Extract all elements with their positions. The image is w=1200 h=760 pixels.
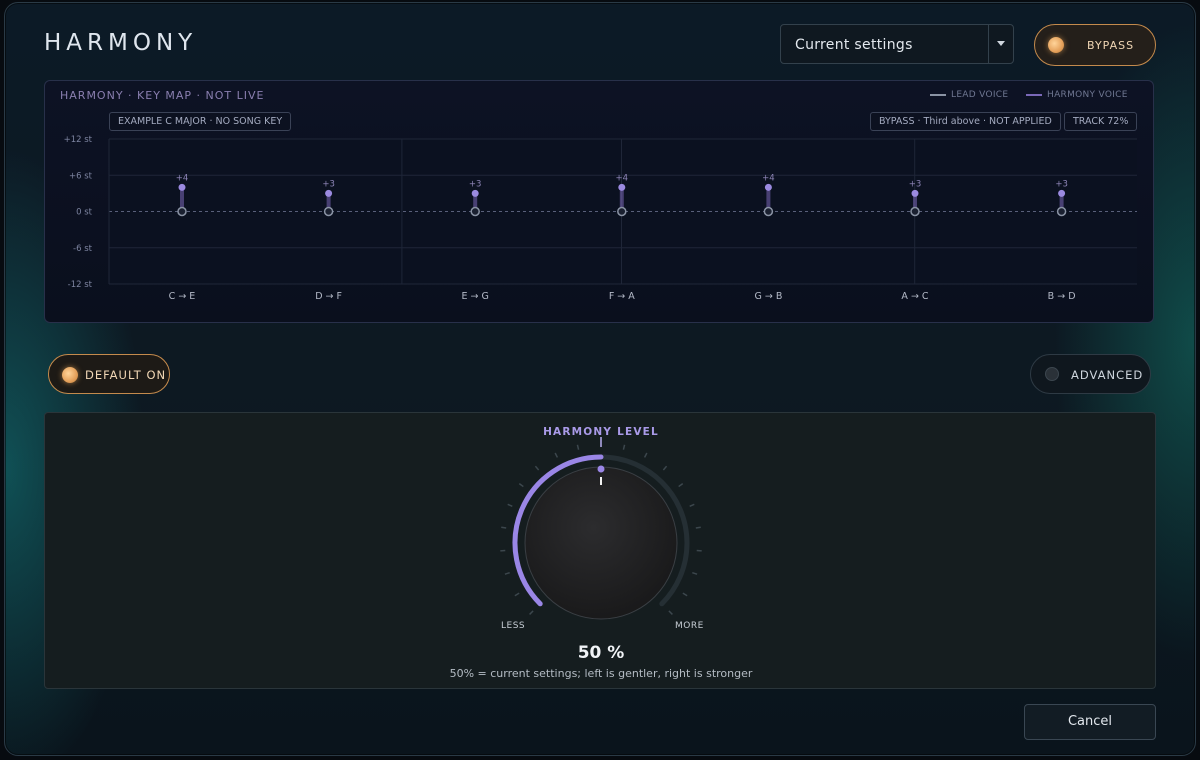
- knob-tick: [695, 526, 701, 529]
- knob-tick: [643, 452, 648, 458]
- harmony-voice-point: [911, 189, 919, 197]
- advanced-label: ADVANCED: [1071, 368, 1144, 382]
- interval-label: +3: [909, 179, 922, 189]
- interval-label: +3: [469, 179, 482, 189]
- bypass-label: BYPASS: [1087, 39, 1135, 52]
- knob-tick: [689, 503, 695, 507]
- y-tick-label: +6 st: [69, 171, 93, 181]
- knob-less-label: LESS: [501, 621, 526, 631]
- y-tick-label: 0 st: [76, 208, 93, 218]
- knob-tick: [692, 571, 698, 575]
- preset-select-value: Current settings: [795, 37, 913, 53]
- knob-indicator-dot: [597, 465, 605, 473]
- key-map-panel: HARMONY · KEY MAP · NOT LIVE LEAD VOICE …: [44, 80, 1154, 323]
- knob-tick: [682, 592, 688, 597]
- lead-voice-point: [470, 206, 480, 217]
- x-tick-label: B → D: [1048, 291, 1076, 302]
- x-tick-label: E → G: [462, 291, 489, 302]
- x-tick-label: C → E: [169, 291, 196, 302]
- lead-voice-point: [910, 206, 920, 217]
- knob-tick: [662, 465, 668, 471]
- interval-label: +4: [616, 173, 629, 183]
- knob-tick: [507, 503, 513, 507]
- bypass-led-icon: [1048, 37, 1064, 53]
- interval-label: +4: [176, 173, 189, 183]
- lead-voice-point: [323, 206, 334, 217]
- advanced-led-icon: [1045, 367, 1059, 381]
- knob-tick: [529, 610, 534, 615]
- knob-tick: [622, 444, 626, 450]
- advanced-toggle[interactable]: ADVANCED: [1030, 354, 1151, 394]
- knob-tick: [554, 452, 559, 458]
- harmony-voice-point: [178, 183, 186, 191]
- harmony-voice-point: [764, 183, 772, 191]
- harmony-level-help: 50% = current settings; left is gentler,…: [449, 667, 753, 680]
- knob-tick: [518, 483, 524, 488]
- interval-label: +3: [1055, 179, 1068, 189]
- page-title: HARMONY: [44, 30, 198, 56]
- lead-voice-point: [1056, 206, 1067, 217]
- y-tick-label: +12 st: [64, 135, 93, 145]
- harmony-voice-point: [471, 189, 479, 197]
- x-tick-label: D → F: [315, 291, 342, 302]
- chevron-down-icon[interactable]: [988, 25, 1013, 63]
- harmony-voice-point: [618, 183, 626, 191]
- knob-tick: [678, 483, 684, 488]
- x-tick-label: A → C: [901, 291, 928, 302]
- knob-tick: [514, 592, 520, 597]
- cancel-button[interactable]: Cancel: [1024, 704, 1156, 740]
- default-led-icon: [62, 367, 78, 383]
- bypass-button[interactable]: BYPASS: [1034, 24, 1156, 66]
- x-tick-label: F → A: [609, 291, 635, 302]
- interval-label: +4: [762, 173, 775, 183]
- y-tick-label: -12 st: [68, 280, 93, 290]
- default-on-label: DEFAULT ON: [85, 368, 167, 382]
- y-tick-label: -6 st: [73, 244, 93, 254]
- knob-tick: [501, 526, 507, 529]
- preset-select[interactable]: Current settings: [780, 24, 1014, 64]
- knob-tick: [576, 444, 580, 450]
- default-on-toggle[interactable]: DEFAULT ON: [48, 354, 170, 394]
- interval-label: +3: [322, 179, 335, 189]
- knob-tick: [504, 571, 510, 575]
- knob-body: [524, 466, 678, 620]
- lead-voice-point: [177, 206, 187, 217]
- lead-voice-point: [763, 206, 774, 217]
- harmony-level-panel: HARMONY LEVEL LESS MORE 50 % 50% = curre…: [44, 412, 1156, 689]
- knob-more-label: MORE: [675, 621, 704, 631]
- harmony-voice-point: [325, 189, 333, 197]
- key-map-chart: +12 st +6 st 0 st -6 st -12 st +4 C → E +3 D → F…: [64, 135, 1137, 302]
- knob-tick: [534, 465, 540, 471]
- lead-voice-point: [617, 206, 627, 217]
- x-tick-label: G → B: [754, 291, 782, 302]
- harmony-voice-point: [1058, 189, 1066, 197]
- harmony-level-value: 50 %: [577, 643, 625, 663]
- knob-tick: [668, 610, 673, 615]
